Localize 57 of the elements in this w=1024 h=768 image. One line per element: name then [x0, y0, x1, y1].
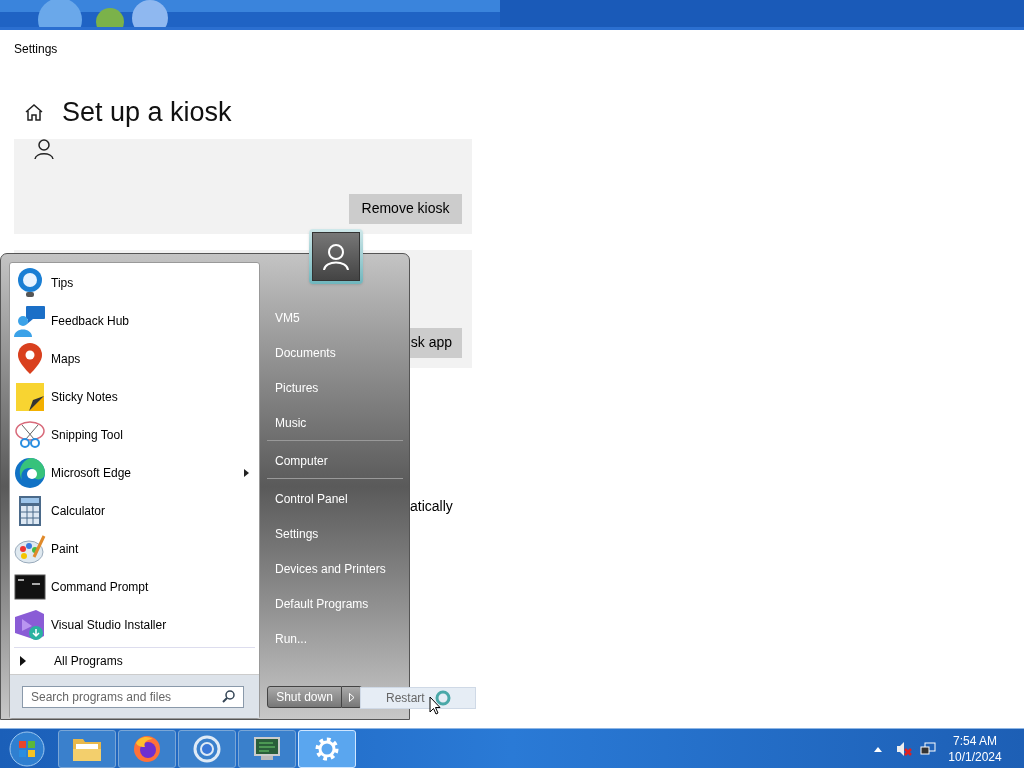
taskbar-button[interactable]	[58, 729, 116, 768]
user-icon	[323, 242, 349, 271]
shut-down-button[interactable]: Shut down	[267, 686, 342, 708]
clock-date[interactable]: 10/1/2024	[948, 748, 1002, 765]
submenu-arrow-icon	[244, 469, 249, 477]
arrow-right-icon	[20, 656, 26, 666]
sticky-note-icon	[15, 382, 45, 412]
edge-browser-icon	[14, 457, 46, 489]
program-item[interactable]: Command Prompt	[10, 568, 259, 606]
monitor-icon	[253, 735, 281, 762]
calculator-icon	[18, 495, 42, 527]
program-item[interactable]: Tips	[10, 264, 259, 302]
arrow-right-icon	[348, 692, 355, 702]
loading-ring-icon	[434, 690, 451, 706]
program-item[interactable]: Calculator	[10, 492, 259, 530]
lightbulb-icon	[15, 267, 45, 299]
search-icon	[222, 690, 235, 703]
page-title: Set up a kiosk	[62, 96, 232, 129]
start-orb-icon	[9, 730, 45, 767]
installer-icon	[14, 609, 46, 641]
menu-item[interactable]: Default Programs	[267, 586, 403, 621]
shut-down-options-button[interactable]	[342, 686, 362, 708]
window-title: Settings	[14, 41, 59, 58]
menu-item[interactable]: Control Panel	[267, 478, 403, 516]
program-item[interactable]: Maps	[10, 340, 259, 378]
menu-item[interactable]: Devices and Printers	[267, 551, 403, 586]
menu-item[interactable]: Computer	[267, 440, 403, 478]
taskbar-button[interactable]	[118, 729, 176, 768]
taskbar-button[interactable]	[238, 729, 296, 768]
user-icon	[34, 138, 54, 159]
show-hidden-icons-icon[interactable]	[874, 745, 882, 752]
program-item[interactable]: Feedback Hub	[10, 302, 259, 340]
menu-item[interactable]: Settings	[267, 516, 403, 551]
program-item[interactable]: Sticky Notes	[10, 378, 259, 416]
program-item[interactable]: Paint	[10, 530, 259, 568]
program-item[interactable]: Snipping Tool	[10, 416, 259, 454]
remove-kiosk-button[interactable]: Remove kiosk	[349, 193, 462, 224]
terminal-icon	[14, 574, 46, 600]
scissors-icon	[14, 419, 46, 451]
speaker-muted-icon[interactable]	[896, 740, 912, 757]
search-field[interactable]: Search programs and files	[22, 685, 244, 708]
restart-flyout-item[interactable]: Restart	[360, 687, 476, 709]
network-icon[interactable]	[920, 740, 936, 757]
settings-icon	[314, 735, 340, 762]
map-pin-icon	[17, 343, 43, 375]
home-icon[interactable]	[24, 102, 44, 123]
paint-palette-icon	[14, 533, 46, 565]
clock-time[interactable]: 7:54 AM	[953, 732, 997, 749]
mouse-pointer-icon	[429, 696, 441, 715]
all-programs-item[interactable]: All Programs	[10, 648, 259, 674]
feedback-icon	[14, 305, 46, 337]
program-item[interactable]: Visual Studio Installer	[10, 606, 259, 644]
taskbar-button[interactable]	[178, 729, 236, 768]
menu-item[interactable]: Pictures	[267, 370, 403, 405]
setting-description: atically	[410, 496, 454, 516]
menu-item[interactable]: Music	[267, 405, 403, 440]
program-item[interactable]: Microsoft Edge	[10, 454, 259, 492]
